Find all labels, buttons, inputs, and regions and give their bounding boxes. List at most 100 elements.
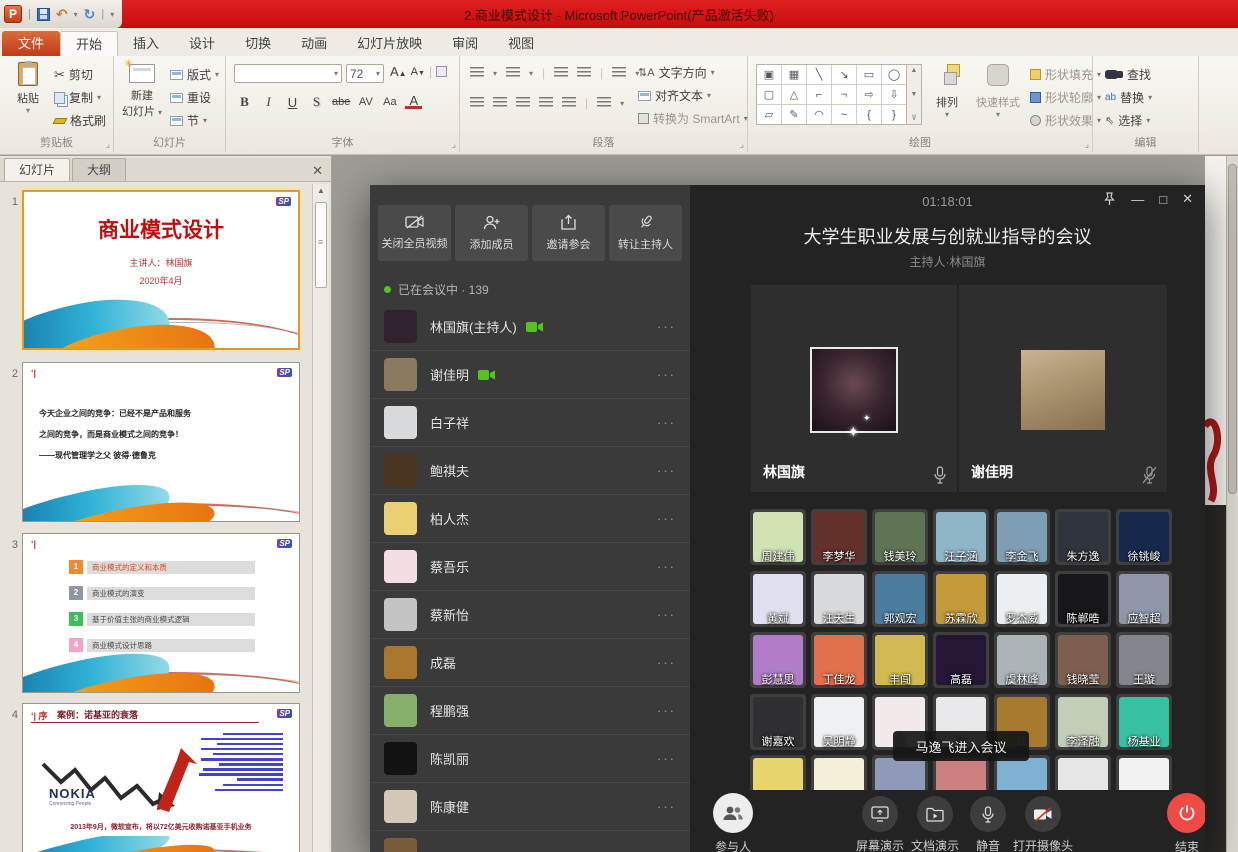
grid-participant-tile[interactable]: 应智超 <box>1116 571 1172 627</box>
close-all-video-button[interactable]: 关闭全员视频 <box>378 205 451 261</box>
screen-share-button[interactable]: 屏幕演示 <box>856 796 904 852</box>
document-scrollbar-thumb[interactable] <box>1228 164 1237 494</box>
more-options-icon[interactable]: ··· <box>657 607 676 622</box>
participant-row[interactable]: 陈康健 ··· <box>370 783 690 831</box>
grid-participant-tile[interactable]: 王璇 <box>1116 632 1172 688</box>
participant-row[interactable]: 蔡新怡 ··· <box>370 591 690 639</box>
reset-button[interactable]: 重设 <box>170 89 211 106</box>
shape-icon[interactable]: ◯ <box>882 65 906 84</box>
find-button[interactable]: 查找 <box>1105 66 1151 83</box>
participant-row[interactable]: ··· <box>370 831 690 852</box>
mute-button[interactable]: 静音 <box>970 796 1006 852</box>
undo-dropdown-icon[interactable]: ▾ <box>74 10 78 19</box>
grid-participant-tile[interactable]: 徐铫峻 <box>1116 509 1172 565</box>
grid-participant-tile[interactable]: 李金飞 <box>994 509 1050 565</box>
more-options-icon[interactable]: ··· <box>657 655 676 670</box>
increase-indent-icon[interactable] <box>577 67 591 79</box>
shape-icon[interactable]: ~ <box>832 105 856 124</box>
invite-button[interactable]: 邀请参会 <box>532 205 605 261</box>
slide-thumbnail-3[interactable]: ʻ| SP 1 商业模式的定义和本质 2 商业模式的演变 3 基于价值主张的商业… <box>22 533 300 693</box>
quick-styles-button[interactable]: 快速样式 ▾ <box>970 64 1026 119</box>
more-options-icon[interactable]: ··· <box>657 367 676 382</box>
new-slide-button[interactable]: 新建 幻灯片 ▾ <box>116 64 168 119</box>
participant-row[interactable]: 柏人杰 ··· <box>370 495 690 543</box>
font-format-button[interactable]: Aa <box>381 96 398 108</box>
more-options-icon[interactable]: ··· <box>657 799 676 814</box>
distribute-icon[interactable] <box>562 97 576 109</box>
bullets-icon[interactable] <box>470 67 484 79</box>
align-right-icon[interactable] <box>516 97 530 109</box>
video-tile-guest[interactable]: 谢佳明 <box>959 285 1167 492</box>
add-member-button[interactable]: 添加成员 <box>455 205 528 261</box>
panel-close-icon[interactable]: ✕ <box>312 163 323 179</box>
clipboard-dialog-launcher-icon[interactable]: ⌟ <box>106 139 110 150</box>
more-options-icon[interactable]: ··· <box>657 463 676 478</box>
more-options-icon[interactable]: ··· <box>657 751 676 766</box>
tab-slides-thumbnails[interactable]: 幻灯片 <box>4 158 70 181</box>
grid-participant-tile[interactable]: 钱晓莹 <box>1055 632 1111 688</box>
clear-formatting-icon[interactable] <box>436 66 447 77</box>
select-button[interactable]: ⇖选择▾ <box>1105 112 1150 129</box>
align-left-icon[interactable] <box>470 97 484 109</box>
participant-row[interactable]: 陈凯丽 ··· <box>370 735 690 783</box>
end-meeting-button[interactable]: 结束 <box>1167 793 1205 852</box>
font-format-button[interactable]: U <box>284 95 301 110</box>
shape-effects-button[interactable]: 形状效果▾ <box>1030 112 1101 129</box>
decrease-indent-icon[interactable] <box>554 67 568 79</box>
layout-button[interactable]: 版式▾ <box>170 66 219 83</box>
paragraph-dialog-launcher-icon[interactable]: ⌟ <box>740 139 744 150</box>
shape-icon[interactable]: ╲ <box>807 65 831 84</box>
justify-icon[interactable] <box>539 97 553 109</box>
participant-row[interactable]: 成磊 ··· <box>370 639 690 687</box>
ribbon-tab[interactable]: 开始 <box>60 31 118 56</box>
align-text-button[interactable]: 对齐文本▾ <box>638 87 711 104</box>
scrollbar-thumb[interactable] <box>315 202 327 288</box>
section-button[interactable]: 节▾ <box>170 112 207 129</box>
shape-icon[interactable]: ▱ <box>757 105 781 124</box>
shape-icon[interactable]: ⇩ <box>882 85 906 104</box>
grid-participant-tile[interactable]: 彭慧思 <box>750 632 806 688</box>
font-format-button[interactable]: I <box>260 94 277 110</box>
shape-icon[interactable]: ↘ <box>832 65 856 84</box>
grid-participant-tile[interactable]: 郭观宏 <box>872 571 928 627</box>
grid-participant-tile[interactable]: 钱美玲 <box>872 509 928 565</box>
ribbon-tab[interactable]: 切换 <box>230 31 286 56</box>
undo-icon[interactable]: ↶ <box>56 5 68 23</box>
font-format-button[interactable]: AV <box>357 96 374 108</box>
grid-participant-tile[interactable]: 陈郸晧 <box>1055 571 1111 627</box>
shape-outline-button[interactable]: 形状轮廓▾ <box>1030 89 1101 106</box>
shape-icon[interactable]: ◠ <box>807 105 831 124</box>
shape-icon[interactable]: ▢ <box>757 85 781 104</box>
ribbon-tab[interactable]: 设计 <box>174 31 230 56</box>
font-format-button[interactable]: abe <box>332 96 350 108</box>
cut-button[interactable]: ✂剪切 <box>54 66 93 83</box>
grid-participant-tile[interactable]: 汪子涵 <box>933 509 989 565</box>
shapes-gallery-scroll[interactable]: ▲▼⊽ <box>907 64 922 125</box>
tab-outline[interactable]: 大纲 <box>72 158 126 181</box>
document-scrollbar[interactable] <box>1226 156 1238 852</box>
align-center-icon[interactable] <box>493 97 507 109</box>
grid-participant-tile[interactable]: 罗杰威 <box>994 571 1050 627</box>
shape-icon[interactable]: ⌐ <box>807 85 831 104</box>
more-options-icon[interactable]: ··· <box>657 319 676 334</box>
grid-participant-tile[interactable]: 高磊 <box>933 632 989 688</box>
more-options-icon[interactable]: ··· <box>657 415 676 430</box>
redo-icon[interactable]: ↻ <box>84 5 96 23</box>
doc-share-button[interactable]: 文档演示 <box>911 796 959 852</box>
numbering-icon[interactable] <box>506 67 520 79</box>
grid-participant-tile[interactable]: 虞林峰 <box>994 632 1050 688</box>
more-options-icon[interactable]: ··· <box>657 511 676 526</box>
shape-icon[interactable]: △ <box>782 85 806 104</box>
shape-fill-button[interactable]: 形状填充▾ <box>1030 66 1101 83</box>
grow-font-icon[interactable]: A▲ <box>390 64 407 79</box>
participants-button[interactable]: 参与人 <box>713 793 753 852</box>
maximize-icon[interactable]: □ <box>1159 192 1167 207</box>
ribbon-tab[interactable]: 动画 <box>286 31 342 56</box>
grid-participant-tile[interactable]: 李梦华 <box>811 509 867 565</box>
grid-participant-tile[interactable]: 李泽融 <box>1055 694 1111 750</box>
thumbnails-scrollbar[interactable]: ▲ <box>312 184 329 852</box>
font-format-button[interactable]: A <box>405 95 422 109</box>
tab-file[interactable]: 文件 <box>2 31 60 56</box>
minimize-icon[interactable]: — <box>1131 192 1144 207</box>
grid-participant-tile[interactable]: 谢嘉欢 <box>750 694 806 750</box>
